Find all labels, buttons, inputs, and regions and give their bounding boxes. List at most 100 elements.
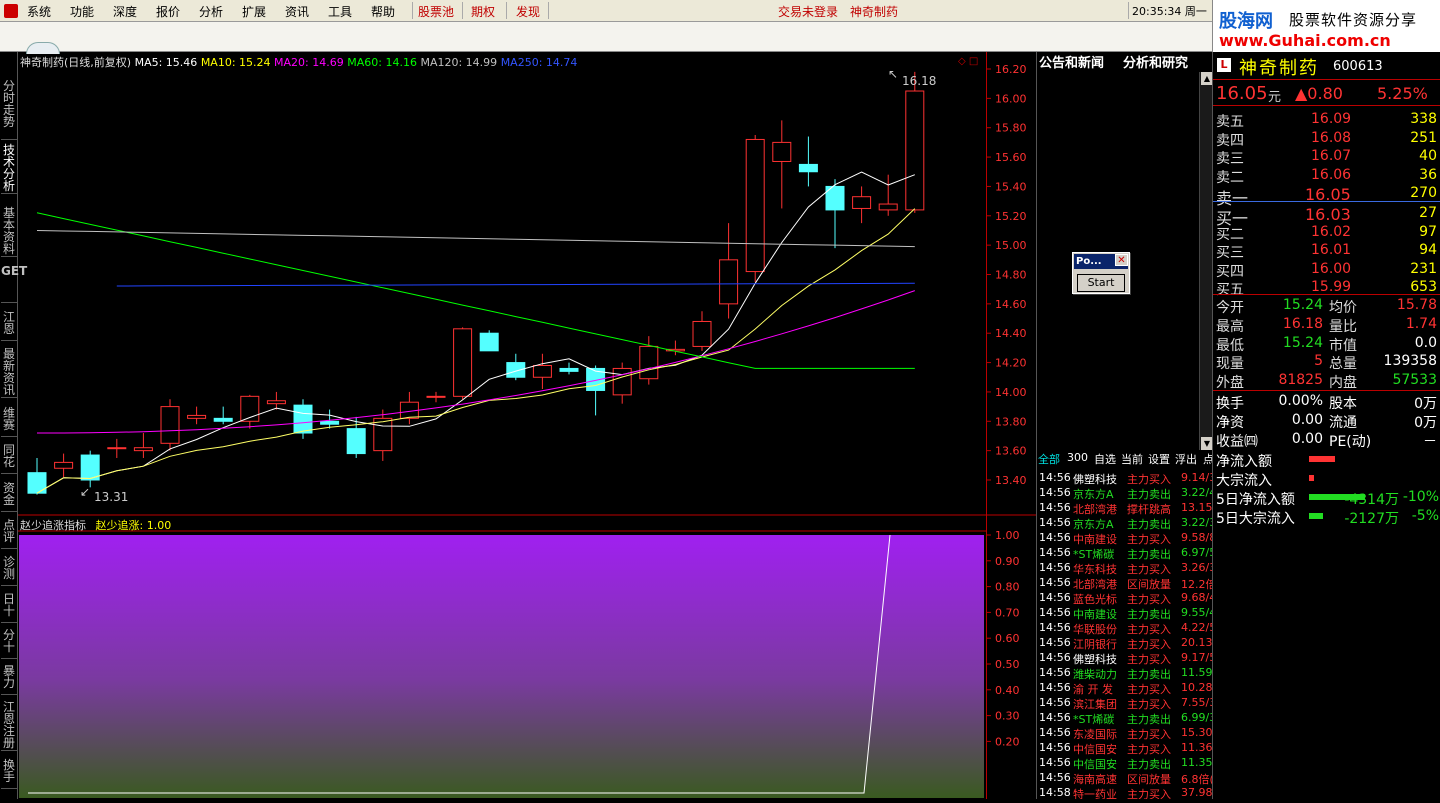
- menu-item-quote[interactable]: 报价: [156, 3, 180, 20]
- ticker-row[interactable]: 14:56 佛塑科技 主力买入 9.17/5: [1039, 651, 1213, 666]
- ticker-row[interactable]: 14:56 佛塑科技 主力买入 9.14/3: [1039, 471, 1213, 486]
- tab-turnover[interactable]: 换手: [1, 757, 17, 789]
- ticker-row[interactable]: 14:56 中南建设 主力卖出 9.55/4: [1039, 606, 1213, 621]
- ticker-row[interactable]: 14:56 京东方A 主力卖出 3.22/4: [1039, 486, 1213, 501]
- ticker-tab-float[interactable]: 浮出: [1175, 451, 1197, 467]
- kline-chart[interactable]: 16.18 13.31 ↖ ↙ ◇ □: [18, 52, 986, 799]
- start-button[interactable]: Start: [1077, 274, 1125, 292]
- indicator-tick-label: 1.00: [995, 529, 1020, 542]
- ticker-row[interactable]: 14:56 中信国安 主力买入 11.36/: [1039, 741, 1213, 756]
- tab-announcements[interactable]: 公告和新闻: [1039, 52, 1104, 71]
- ask-row[interactable]: 卖五 16.09 338: [1213, 110, 1440, 130]
- menu-item-help[interactable]: 帮助: [371, 3, 395, 20]
- flow-value: -2127万: [1344, 511, 1399, 527]
- flow-label: 净流入额: [1216, 454, 1272, 470]
- ticker-time: 14:56: [1039, 681, 1071, 694]
- ticker-row[interactable]: 14:56 北部湾港 区间放量 12.2倍: [1039, 576, 1213, 591]
- ticker-row[interactable]: 14:56 中信国安 主力卖出 11.35/: [1039, 756, 1213, 771]
- ticker-tab-watch[interactable]: 自选: [1094, 451, 1116, 467]
- tab-fund[interactable]: 资金: [1, 480, 17, 512]
- ticker-row[interactable]: 14:56 *ST烯碳 主力卖出 6.99/3: [1039, 711, 1213, 726]
- bid-row[interactable]: 买四 16.00 231: [1213, 260, 1440, 280]
- stat-value: 0.00%: [1278, 393, 1323, 409]
- ticker-action: 主力买入: [1127, 473, 1171, 486]
- ticker-row[interactable]: 14:56 江阴银行 主力买入 20.13/: [1039, 636, 1213, 651]
- book-price: 16.09: [1311, 111, 1352, 127]
- menu-item-discover[interactable]: 发现: [516, 3, 540, 20]
- tab-gann[interactable]: 江恩: [1, 309, 17, 341]
- trade-login-status[interactable]: 交易未登录: [778, 3, 838, 20]
- tab-min10[interactable]: 分十: [1, 627, 17, 659]
- tab-news[interactable]: 最新资讯: [1, 346, 17, 398]
- menu-separator: [1128, 2, 1129, 19]
- candle: [160, 406, 180, 444]
- ticker-stock: 渝 开 发: [1073, 683, 1113, 696]
- tab-diagnose[interactable]: 诊测: [1, 554, 17, 586]
- popup-window[interactable]: Po... ✕ Start: [1072, 252, 1130, 294]
- ticker-stock: *ST烯碳: [1073, 548, 1115, 561]
- ticker-value: 15.30/: [1181, 726, 1213, 739]
- ticker-row[interactable]: 14:56 渝 开 发 主力买入 10.28/: [1039, 681, 1213, 696]
- candle: [266, 400, 286, 405]
- ticker-tab-all[interactable]: 全部: [1038, 451, 1060, 467]
- ticker-action: 主力买入: [1127, 533, 1171, 546]
- tab-gann-register[interactable]: 江恩注册: [1, 699, 17, 751]
- tab-technical[interactable]: 技术分析: [1, 142, 17, 194]
- quote-price-row: 16.05 元 ▲0.80 5.25%: [1213, 82, 1440, 106]
- close-icon[interactable]: ✕: [1115, 254, 1128, 266]
- tab-violence[interactable]: 暴力: [1, 663, 17, 695]
- ticker-stock: 京东方A: [1073, 488, 1114, 501]
- ask-row[interactable]: 卖二 16.06 36: [1213, 166, 1440, 186]
- ticker-tab-current[interactable]: 当前: [1121, 451, 1143, 467]
- ticker-row[interactable]: 14:56 *ST烯碳 主力卖出 6.97/5: [1039, 546, 1213, 561]
- menu-item-stock-pool[interactable]: 股票池: [418, 3, 454, 20]
- ticker-row[interactable]: 14:56 华东科技 主力买入 3.26/3: [1039, 561, 1213, 576]
- ticker-row[interactable]: 14:58 特一药业 主力买入 37.98/: [1039, 786, 1213, 799]
- ticker-row[interactable]: 14:56 蓝色光标 主力买入 9.68/4: [1039, 591, 1213, 606]
- book-volume: 231: [1410, 260, 1437, 277]
- menu-item-info[interactable]: 资讯: [285, 3, 309, 20]
- brand-url[interactable]: www.Guhai.com.cn: [1219, 31, 1391, 50]
- ask-row[interactable]: 卖一 16.05 270: [1213, 184, 1440, 208]
- ticker-row[interactable]: 14:56 北部湾港 撑杆跳高 13.15/: [1039, 501, 1213, 516]
- ticker-tab-300[interactable]: 300: [1067, 451, 1088, 464]
- book-divider: [1213, 201, 1440, 202]
- news-scrollbar[interactable]: ▲ ▼: [1199, 72, 1213, 450]
- menu-item-depth[interactable]: 深度: [113, 3, 137, 20]
- ticker-row[interactable]: 14:56 海南高速 区间放量 6.8倍(: [1039, 771, 1213, 786]
- ask-row[interactable]: 卖四 16.08 251: [1213, 129, 1440, 149]
- ticker-time: 14:56: [1039, 561, 1071, 574]
- ticker-row[interactable]: 14:56 潍柴动力 主力卖出 11.59/: [1039, 666, 1213, 681]
- tab-analysis[interactable]: 分析和研究: [1123, 52, 1188, 71]
- bid-row[interactable]: 买三 16.01 94: [1213, 241, 1440, 261]
- tab-weisai[interactable]: 维赛: [1, 405, 17, 437]
- ticker-stock: 江阴银行: [1073, 638, 1117, 651]
- tab-get[interactable]: GET: [1, 263, 27, 303]
- tab-comment[interactable]: 点评: [1, 517, 17, 549]
- tab-intraday[interactable]: 分时走势: [1, 78, 17, 140]
- ask-row[interactable]: 卖三 16.07 40: [1213, 147, 1440, 167]
- ticker-row[interactable]: 14:56 滨江集团 主力买入 7.55/3: [1039, 696, 1213, 711]
- tab-day10[interactable]: 日十: [1, 591, 17, 623]
- ticker-row[interactable]: 14:56 京东方A 主力卖出 3.22/3: [1039, 516, 1213, 531]
- quote-price: 16.05: [1216, 83, 1268, 104]
- menu-item-analysis[interactable]: 分析: [199, 3, 223, 20]
- book-volume: 36: [1419, 166, 1437, 183]
- menu-item-tools[interactable]: 工具: [328, 3, 352, 20]
- indicator-fill: [19, 535, 984, 798]
- flow-value: -4314万: [1344, 492, 1399, 508]
- ticker-row[interactable]: 14:56 东凌国际 主力买入 15.30/: [1039, 726, 1213, 741]
- bid-row[interactable]: 买二 16.02 97: [1213, 223, 1440, 243]
- ticker-row[interactable]: 14:56 华联股份 主力买入 4.22/5: [1039, 621, 1213, 636]
- menu-item-extend[interactable]: 扩展: [242, 3, 266, 20]
- menu-item-function[interactable]: 功能: [70, 3, 94, 20]
- tab-tonghua[interactable]: 同花: [1, 442, 17, 474]
- menu-item-options[interactable]: 期权: [471, 3, 495, 20]
- tab-fundamental[interactable]: 基本资料: [1, 205, 17, 257]
- bid-row[interactable]: 买一 16.03 27: [1213, 204, 1440, 228]
- menu-item-system[interactable]: 系统: [27, 3, 51, 20]
- stat-value: 57533: [1392, 372, 1437, 389]
- ticker-row[interactable]: 14:56 中南建设 主力买入 9.58/8: [1039, 531, 1213, 546]
- flow-pct: -10%: [1402, 489, 1439, 505]
- ticker-tab-settings[interactable]: 设置: [1148, 451, 1170, 467]
